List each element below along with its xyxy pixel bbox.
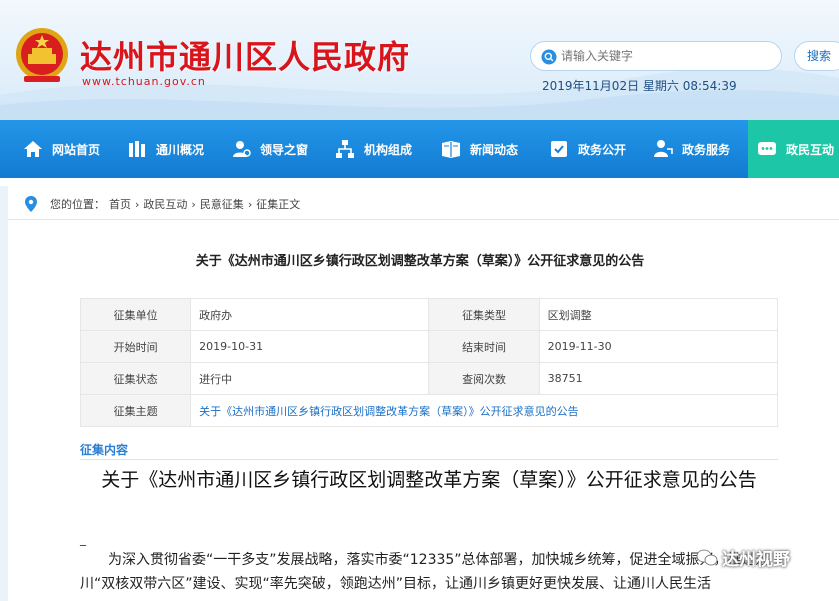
- chat-icon: [758, 142, 776, 155]
- table-row: 征集单位 政府办 征集类型 区划调整: [79, 298, 779, 331]
- breadcrumb-separator: ›: [191, 198, 196, 211]
- org-chart-icon: [336, 140, 354, 158]
- breadcrumb-item-home[interactable]: 首页: [109, 198, 131, 211]
- nav-label: 通川概况: [156, 142, 205, 157]
- article-paragraph: 为深入贯彻省委“一干多支”发展战略，落实市委“12335”总体部署，加快城乡统筹…: [80, 552, 770, 592]
- main-nav: 网站首页 通川概况 领导之窗 机构组成 新闻动态 政务公开 政务服务 政民互动: [0, 120, 839, 178]
- cell-label: 征集类型: [428, 298, 540, 331]
- cell-value: 38751: [538, 362, 779, 395]
- cell-value: 政府办: [190, 298, 430, 331]
- breadcrumb-item-collection[interactable]: 民意征集: [200, 198, 244, 211]
- topic-link[interactable]: 关于《达州市通川区乡镇行政区划调整改革方案（草案）》公开征求意见的公告: [190, 394, 778, 427]
- table-row: 征集主题 关于《达州市通川区乡镇行政区划调整改革方案（草案）》公开征求意见的公告: [79, 394, 778, 427]
- cell-value: 进行中: [190, 362, 430, 395]
- location-pin-icon: [25, 196, 37, 212]
- site-domain: www.tchuan.gov.cn: [82, 75, 206, 88]
- current-datetime: 2019年11月02日 星期六 08:54:39: [542, 79, 737, 93]
- search-button[interactable]: 搜索: [794, 41, 839, 71]
- breadcrumb-separator: ›: [247, 198, 253, 211]
- service-icon: [654, 140, 673, 157]
- article-dash: _: [80, 532, 86, 546]
- nav-item-overview[interactable]: 通川概况: [126, 120, 204, 178]
- article-title: 关于《达州市通川区乡镇行政区划调整改革方案（草案）》公开征求意见的公告: [101, 469, 757, 491]
- nav-label: 领导之窗: [260, 142, 309, 157]
- page-side-strip: [0, 186, 8, 601]
- breadcrumb: 您的位置： 首页 › 政民互动 › 民意征集 › 征集正文: [8, 186, 839, 220]
- nav-item-organization[interactable]: 机构组成: [334, 120, 412, 178]
- check-doc-icon: [551, 141, 567, 157]
- nav-item-home[interactable]: 网站首页: [22, 120, 100, 178]
- cell-label: 开始时间: [79, 330, 192, 363]
- nav-label: 政务服务: [682, 142, 731, 157]
- site-header: 达州市通川区人民政府 www.tchuan.gov.cn 搜索 2019年11月…: [0, 0, 839, 120]
- building-icon: [129, 141, 145, 157]
- cell-label: 征集状态: [79, 362, 192, 395]
- wechat-icon: [696, 549, 718, 565]
- nav-item-gov-affairs[interactable]: 政务公开: [548, 120, 626, 178]
- home-icon: [24, 141, 42, 157]
- watermark: 达州视野: [696, 545, 790, 570]
- cell-label: 征集单位: [79, 298, 192, 331]
- table-row: 征集状态 进行中 查阅次数 38751: [79, 362, 779, 395]
- national-emblem-icon: [16, 28, 68, 82]
- site-title: 达州市通川区人民政府: [80, 38, 411, 76]
- table-row: 开始时间 2019-10-31 结束时间 2019-11-30: [79, 330, 779, 363]
- nav-item-leaders[interactable]: 领导之窗: [230, 120, 308, 178]
- nav-item-services[interactable]: 政务服务: [652, 120, 730, 178]
- nav-item-news[interactable]: 新闻动态: [440, 120, 518, 178]
- nav-item-interaction[interactable]: 政民互动: [748, 120, 839, 178]
- breadcrumb-item-current: 征集正文: [256, 198, 301, 211]
- cell-label: 结束时间: [428, 330, 540, 363]
- breadcrumb-prefix: 您的位置：: [50, 198, 105, 211]
- cell-value: 区划调整: [538, 298, 779, 331]
- section-divider: [80, 459, 778, 460]
- nav-label: 机构组成: [364, 142, 413, 157]
- breadcrumb-item-interaction[interactable]: 政民互动: [143, 198, 187, 211]
- person-icon: [233, 141, 251, 157]
- nav-label: 政务公开: [578, 142, 627, 157]
- search-box[interactable]: [530, 41, 782, 71]
- search-input[interactable]: [561, 47, 771, 65]
- notice-title: 关于《达州市通川区乡镇行政区划调整改革方案（草案）》公开征求意见的公告: [195, 254, 645, 269]
- section-label: 征集内容: [80, 443, 129, 457]
- news-icon: [442, 141, 460, 158]
- nav-label: 新闻动态: [470, 142, 519, 157]
- nav-label: 政民互动: [786, 142, 835, 157]
- info-table: 征集单位 政府办 征集类型 区划调整 开始时间 2019-10-31 结束时间 …: [79, 298, 779, 427]
- breadcrumb-trail: 您的位置： 首页 › 政民互动 › 民意征集 › 征集正文: [48, 196, 302, 212]
- cell-label: 征集主题: [79, 394, 192, 427]
- cell-value: 2019-10-31: [190, 330, 430, 363]
- nav-label: 网站首页: [52, 142, 101, 157]
- breadcrumb-separator: ›: [135, 198, 140, 211]
- watermark-text: 达州视野: [722, 550, 790, 570]
- search-icon: [541, 49, 557, 65]
- cell-label: 查阅次数: [428, 362, 540, 395]
- cell-value: 2019-11-30: [538, 330, 779, 363]
